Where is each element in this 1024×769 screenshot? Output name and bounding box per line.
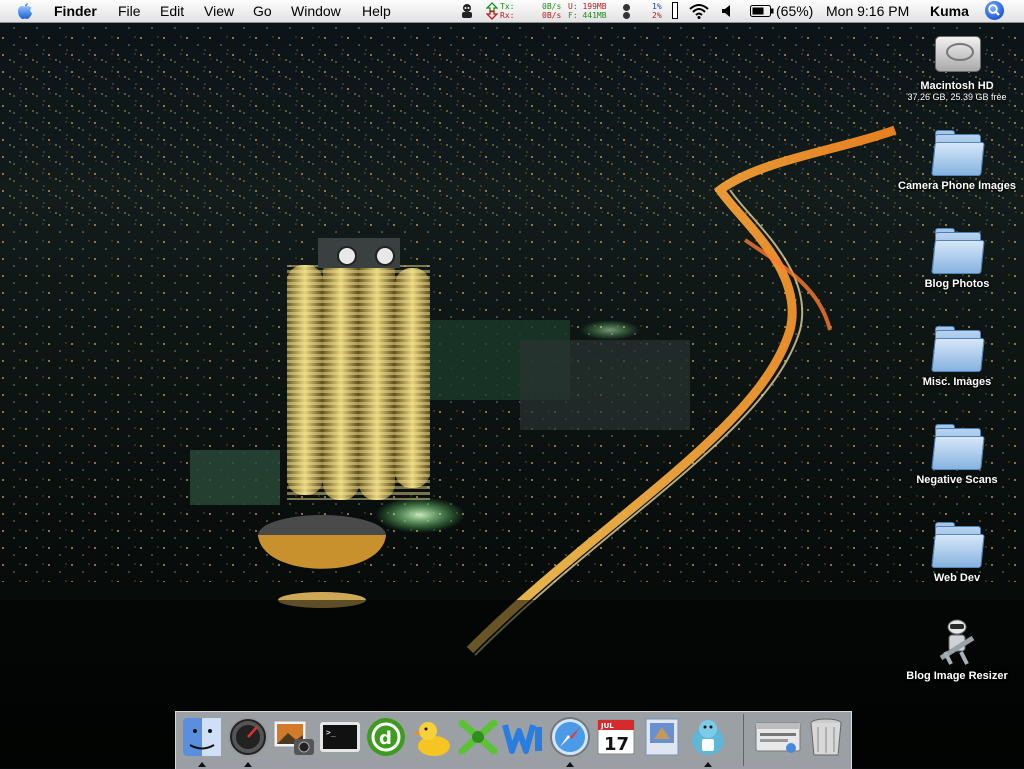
mail-icon[interactable] — [640, 715, 684, 759]
user-name[interactable]: Kuma — [930, 0, 969, 22]
terminal-icon[interactable]: >_ — [318, 715, 362, 759]
menu-help[interactable]: Help — [362, 0, 391, 22]
volume-icon[interactable] — [720, 4, 734, 18]
memory-used[interactable]: U: 199MB — [568, 2, 607, 11]
menu-bar: Finder File Edit View Go Window Help Tx:… — [0, 0, 1024, 23]
desktop-icon-macintosh-hd[interactable]: Macintosh HD 37.26 GB, 25.39 GB free — [897, 28, 1017, 102]
folder-icon — [931, 128, 985, 176]
battery-icon[interactable] — [750, 5, 774, 17]
net-tx-label: Tx: — [500, 2, 515, 11]
menu-edit[interactable]: Edit — [160, 0, 184, 22]
desktop-icon-blog-photos[interactable]: Blog Photos — [897, 226, 1017, 290]
calendar-date: 17 — [604, 734, 629, 755]
status-dot-icon — [623, 12, 630, 19]
running-indicator — [704, 762, 712, 767]
folder-icon — [931, 520, 985, 568]
menu-file[interactable]: File — [118, 0, 141, 22]
status-dot-icon — [623, 4, 630, 11]
hard-drive-icon — [931, 28, 983, 76]
desktop-icon-blog-image-resizer[interactable]: Blog Image Resizer — [897, 618, 1017, 682]
running-indicator — [566, 762, 574, 767]
dock-separator — [743, 714, 744, 766]
iphoto-icon[interactable] — [272, 715, 316, 759]
calendar-month: JUL — [600, 722, 614, 730]
menu-clock[interactable]: Mon 9:16 PM — [826, 0, 909, 22]
network-arrows-icon[interactable] — [486, 2, 498, 20]
disk-usage: 37.26 GB, 25.39 GB free — [907, 92, 1007, 102]
desktop-icon-label: Negative Scans — [916, 474, 998, 486]
spotlight-search-icon[interactable] — [985, 1, 1004, 20]
automator-robot-icon — [931, 618, 983, 666]
apple-logo-icon[interactable] — [15, 2, 35, 20]
textwrangler-icon[interactable] — [502, 715, 546, 759]
finder-icon[interactable] — [180, 715, 224, 759]
dashboard-icon[interactable] — [226, 715, 270, 759]
desktop-icon-camera-phone-images[interactable]: Camera Phone Images — [897, 128, 1017, 192]
net-tx-rate: 0B/s — [542, 2, 562, 11]
cyberduck-icon[interactable] — [410, 715, 454, 759]
dreamweaver-icon[interactable]: d — [364, 715, 408, 759]
wifi-icon[interactable] — [688, 3, 710, 19]
net-rx-label: Rx: — [500, 11, 515, 20]
battery-percent[interactable]: (65%) — [776, 0, 813, 22]
menu-app-finder[interactable]: Finder — [54, 0, 97, 22]
svg-text:d: d — [379, 728, 392, 749]
menu-go[interactable]: Go — [253, 0, 272, 22]
desktop-icon-label: Macintosh HD — [920, 80, 994, 92]
cpu-system[interactable]: 2% — [652, 11, 662, 20]
running-indicator — [244, 762, 252, 767]
menu-window[interactable]: Window — [291, 0, 341, 22]
adium-icon[interactable] — [686, 715, 730, 759]
cpu-meter-bar[interactable] — [672, 2, 678, 19]
desktop-icon-negative-scans[interactable]: Negative Scans — [897, 422, 1017, 486]
desktop-icon-misc-images[interactable]: Misc. Images — [897, 324, 1017, 388]
desktop-icon-label: Blog Image Resizer — [906, 670, 1008, 682]
desktop-icon-label: Misc. Images — [922, 376, 992, 388]
ical-icon[interactable]: JUL 17 — [594, 715, 638, 759]
folder-icon — [931, 422, 985, 470]
svg-text:>_: >_ — [326, 728, 336, 737]
folder-icon — [931, 226, 985, 274]
desktop-icon-web-dev[interactable]: Web Dev — [897, 520, 1017, 584]
net-rx-rate: 0B/s — [542, 11, 562, 20]
desktop-icon-label: Camera Phone Images — [898, 180, 1016, 192]
cpu-user[interactable]: 1% — [652, 2, 662, 11]
robot-status-icon[interactable] — [458, 2, 476, 20]
trash-icon[interactable] — [804, 715, 848, 759]
memory-free[interactable]: F: 441MB — [568, 11, 607, 20]
xcode-icon[interactable] — [456, 715, 500, 759]
folder-icon — [931, 324, 985, 372]
menu-view[interactable]: View — [204, 0, 234, 22]
desktop-icon-label: Blog Photos — [924, 278, 990, 290]
desktop-icon-label: Web Dev — [933, 572, 981, 584]
desktop-wallpaper — [0, 0, 1024, 768]
running-indicator — [198, 762, 206, 767]
safari-icon[interactable] — [548, 715, 592, 759]
stickies-window-icon[interactable] — [754, 715, 802, 759]
